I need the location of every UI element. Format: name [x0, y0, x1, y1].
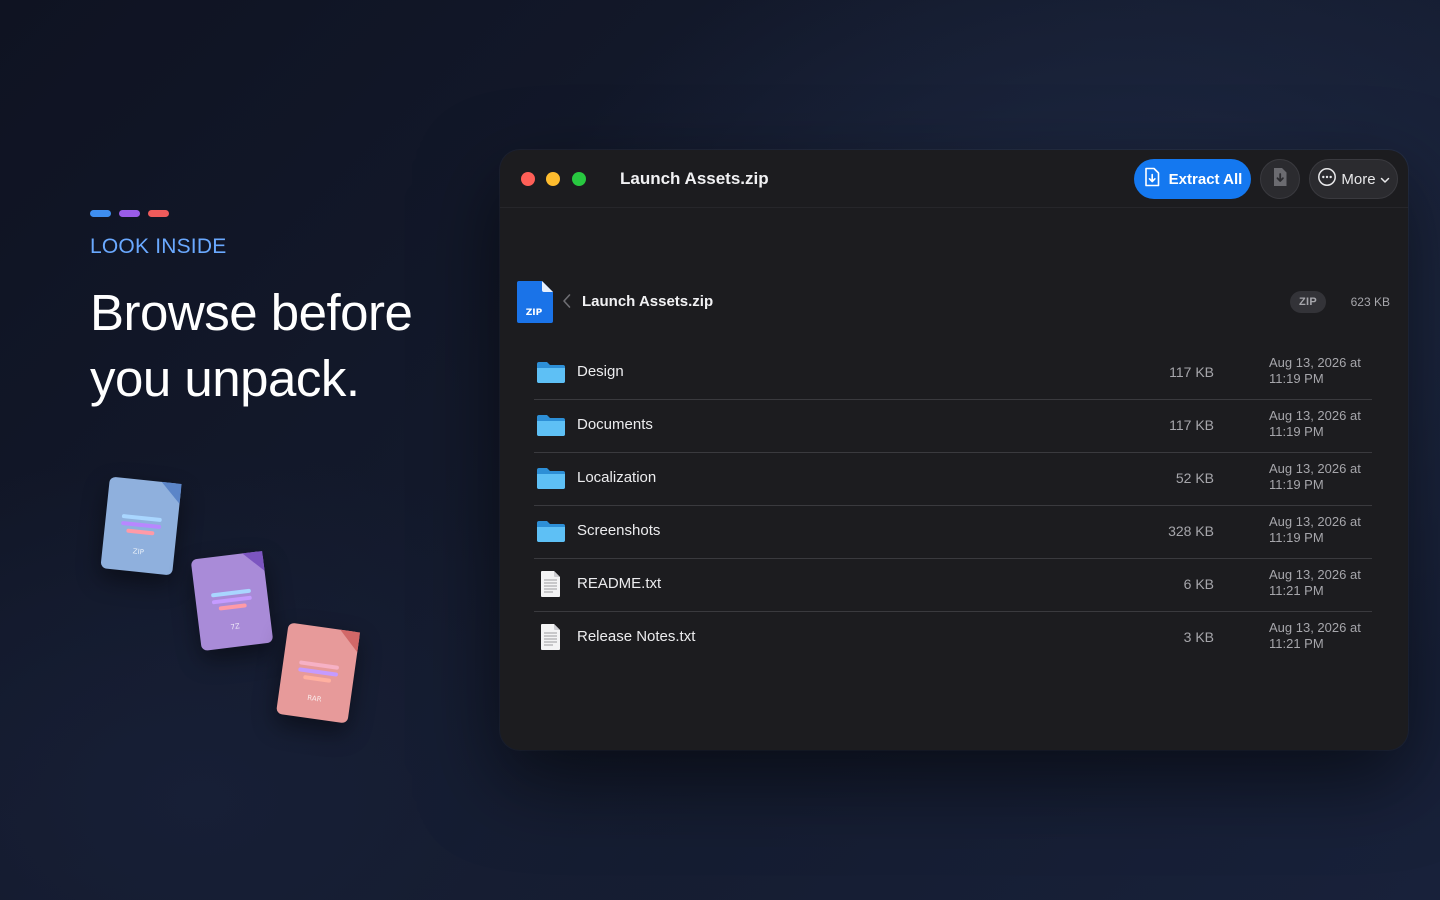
file-date-line-1: Aug 13, 2026 at	[1269, 514, 1361, 529]
file-list: Design 117 KB Aug 13, 2026 at 11:19 PM Do…	[534, 347, 1372, 664]
file-size: 6 KB	[1183, 576, 1214, 592]
file-date: Aug 13, 2026 at 11:21 PM	[1269, 620, 1379, 652]
headline-line-2: you unpack.	[90, 350, 360, 407]
archive-total-size: 623 KB	[1350, 295, 1390, 309]
file-date-line-1: Aug 13, 2026 at	[1269, 408, 1361, 423]
zip-file-icon: ZIP	[516, 280, 554, 324]
minimize-window-button[interactable]	[546, 172, 560, 186]
window-title: Launch Assets.zip	[620, 169, 769, 188]
file-date: Aug 13, 2026 at 11:19 PM	[1269, 355, 1379, 387]
accent-dot-blue	[90, 210, 111, 217]
file-date-line-2: 11:19 PM	[1269, 424, 1324, 439]
headline: Browse before you unpack.	[90, 280, 470, 412]
zoom-window-button[interactable]	[572, 172, 586, 186]
list-item[interactable]: Screenshots 328 KB Aug 13, 2026 at 11:19 …	[534, 506, 1372, 559]
file-date: Aug 13, 2026 at 11:19 PM	[1269, 408, 1379, 440]
chevron-down-icon	[1380, 171, 1390, 188]
back-chevron-icon[interactable]	[562, 293, 572, 313]
app-window: Launch Assets.zip Extract All More ZIP L…	[500, 150, 1408, 750]
more-button[interactable]: More	[1309, 159, 1398, 199]
list-item[interactable]: Localization 52 KB Aug 13, 2026 at 11:19 …	[534, 453, 1372, 506]
extract-all-button[interactable]: Extract All	[1134, 159, 1251, 199]
file-date-line-2: 11:21 PM	[1269, 583, 1324, 598]
file-name: Design	[577, 363, 624, 380]
file-date-line-1: Aug 13, 2026 at	[1269, 461, 1361, 476]
title-bar: Launch Assets.zip Extract All More	[500, 150, 1408, 208]
list-item[interactable]: README.txt 6 KB Aug 13, 2026 at 11:21 PM	[534, 559, 1372, 612]
archive-name: Launch Assets.zip	[582, 293, 714, 310]
zip-archive-icon: ZIP	[100, 476, 182, 576]
file-size: 117 KB	[1169, 364, 1214, 380]
file-date-line-2: 11:19 PM	[1269, 477, 1324, 492]
text-file-icon	[536, 571, 566, 598]
list-item[interactable]: Release Notes.txt 3 KB Aug 13, 2026 at 11…	[534, 612, 1372, 664]
file-date: Aug 13, 2026 at 11:19 PM	[1269, 514, 1379, 546]
file-date-line-2: 11:19 PM	[1269, 371, 1324, 386]
file-date-line-2: 11:21 PM	[1269, 636, 1324, 651]
file-size: 52 KB	[1175, 470, 1214, 486]
archive-header: ZIP Launch Assets.zip ZIP 623 KB	[516, 280, 1392, 324]
accent-dot-purple	[119, 210, 140, 217]
folder-icon	[536, 466, 566, 492]
file-size: 117 KB	[1169, 417, 1214, 433]
text-file-icon	[536, 624, 566, 651]
archive-type-badge: ZIP	[1289, 291, 1326, 313]
7z-archive-icon: 7Z	[190, 550, 274, 652]
file-name: Documents	[577, 416, 653, 433]
file-date-line-2: 11:19 PM	[1269, 530, 1324, 545]
more-label: More	[1341, 170, 1376, 188]
rar-archive-label: RAR	[306, 693, 322, 704]
file-date: Aug 13, 2026 at 11:19 PM	[1269, 461, 1379, 493]
file-date-line-1: Aug 13, 2026 at	[1269, 355, 1361, 370]
file-date-line-1: Aug 13, 2026 at	[1269, 620, 1361, 635]
zip-archive-label: ZIP	[132, 547, 145, 557]
file-name: README.txt	[577, 575, 662, 592]
extract-all-label: Extract All	[1168, 170, 1243, 188]
accent-dots	[90, 210, 169, 217]
close-window-button[interactable]	[521, 172, 535, 186]
ellipsis-circle-icon	[1317, 167, 1337, 191]
folder-icon	[536, 519, 566, 545]
headline-line-1: Browse before	[90, 284, 413, 341]
file-date: Aug 13, 2026 at 11:21 PM	[1269, 567, 1379, 599]
file-name: Localization	[577, 469, 657, 486]
file-date-line-1: Aug 13, 2026 at	[1269, 567, 1361, 582]
7z-archive-label: 7Z	[230, 622, 241, 632]
folder-icon	[536, 413, 566, 439]
rar-archive-icon: RAR	[275, 622, 361, 724]
zip-file-icon-label: ZIP	[526, 308, 543, 318]
file-size: 3 KB	[1183, 629, 1214, 645]
list-item[interactable]: Design 117 KB Aug 13, 2026 at 11:19 PM	[534, 347, 1372, 400]
extract-document-icon	[1143, 167, 1161, 191]
eyebrow-label: LOOK INSIDE	[90, 235, 227, 258]
accent-dot-red	[148, 210, 169, 217]
file-name: Screenshots	[577, 522, 661, 539]
download-file-icon	[1271, 167, 1289, 192]
list-item[interactable]: Documents 117 KB Aug 13, 2026 at 11:19 PM	[534, 400, 1372, 453]
extract-to-button[interactable]	[1260, 159, 1300, 199]
file-name: Release Notes.txt	[577, 628, 696, 645]
file-size: 328 KB	[1168, 523, 1214, 539]
folder-icon	[536, 360, 566, 386]
